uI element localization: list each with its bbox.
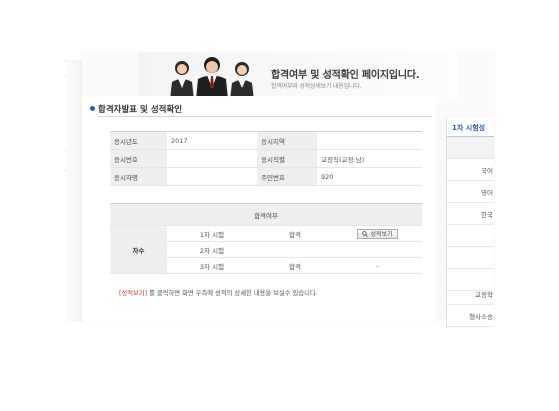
list-item [447, 137, 494, 159]
list-item: 국어 [447, 159, 494, 181]
list-item [447, 247, 494, 269]
year-value: 2017 [167, 131, 257, 150]
score-cell [333, 241, 423, 258]
score-detail-panel: 1차 시험성 국어 영어 한국 교정학 형사소송 [446, 118, 494, 328]
round-label: 차수 [110, 225, 167, 274]
section-title: 합격자발표 및 성적확인 [98, 105, 183, 115]
list-item: 한국 [447, 203, 494, 225]
exam-name: 2차 시험 [167, 241, 257, 258]
list-item [447, 225, 494, 247]
help-note: [성적보기] 를 클릭하면 화면 우측에 성적의 상세한 내용을 보실수 있습니… [119, 288, 318, 297]
table-row: 차수 1차 시험 합격 성적보기 [110, 225, 423, 274]
id-value: 920 [317, 167, 422, 186]
pass-result-table: 합격여부 차수 1차 시험 합격 성적보기 2차 시험 3차 시험 합격 - [110, 203, 423, 274]
note-text: 를 클릭하면 화면 우측에 성적의 상세한 내용을 보실수 있습니다. [149, 290, 318, 297]
applicant-info-table: 응시년도 2017 응시지역 응시번호 응시직렬 교정직(교정:남) 응시자명 … [110, 131, 422, 186]
job-label: 응시직렬 [257, 149, 317, 168]
exam-status: 합격 [257, 257, 333, 274]
table-row: 응시번호 응시직렬 교정직(교정:남) [110, 149, 422, 168]
number-label: 응시번호 [110, 149, 167, 168]
name-label: 응시자명 [110, 167, 167, 186]
view-score-button[interactable]: 성적보기 [357, 228, 398, 239]
exam-status [257, 241, 333, 258]
people-illustration-icon [170, 57, 254, 100]
result-header: 합격여부 [110, 203, 423, 226]
id-label: 주민번호 [257, 167, 317, 186]
region-label: 응시지역 [257, 131, 317, 150]
score-cell: - [333, 257, 423, 274]
year-label: 응시년도 [110, 131, 167, 150]
region-value [317, 131, 422, 150]
number-value [167, 149, 257, 168]
banner-title: 합격여부 및 성적확인 페이지입니다. [271, 70, 420, 81]
score-detail-title: 1차 시험성 [452, 124, 486, 132]
job-value: 교정직(교정:남) [317, 149, 422, 168]
exam-name: 1차 시험 [167, 225, 257, 242]
view-score-label: 성적보기 [370, 231, 393, 238]
banner-subtitle: 합격여부와 성적상세보기 내용입니다. [271, 83, 362, 90]
table-row: 응시년도 2017 응시지역 [110, 131, 422, 150]
bullet-icon [90, 106, 95, 111]
name-value [167, 167, 257, 186]
section-divider [98, 116, 432, 117]
exam-status: 합격 [257, 225, 333, 242]
screenshot-stage: 합격여부 및 성적확인 페이지입니다. 합격여부와 성적상세보기 내용입니다. … [0, 0, 559, 411]
magnifier-icon [362, 230, 369, 237]
table-header-row: 합격여부 [110, 203, 423, 226]
list-item: 형사소송 [447, 305, 494, 327]
table-row: 응시자명 주민번호 920 [110, 167, 422, 186]
list-item: 영어 [447, 181, 494, 203]
score-cell: 성적보기 [333, 225, 423, 242]
note-highlight: [성적보기] [119, 290, 148, 297]
list-item: 교정학 [447, 283, 494, 305]
exam-name: 3차 시험 [167, 257, 257, 274]
